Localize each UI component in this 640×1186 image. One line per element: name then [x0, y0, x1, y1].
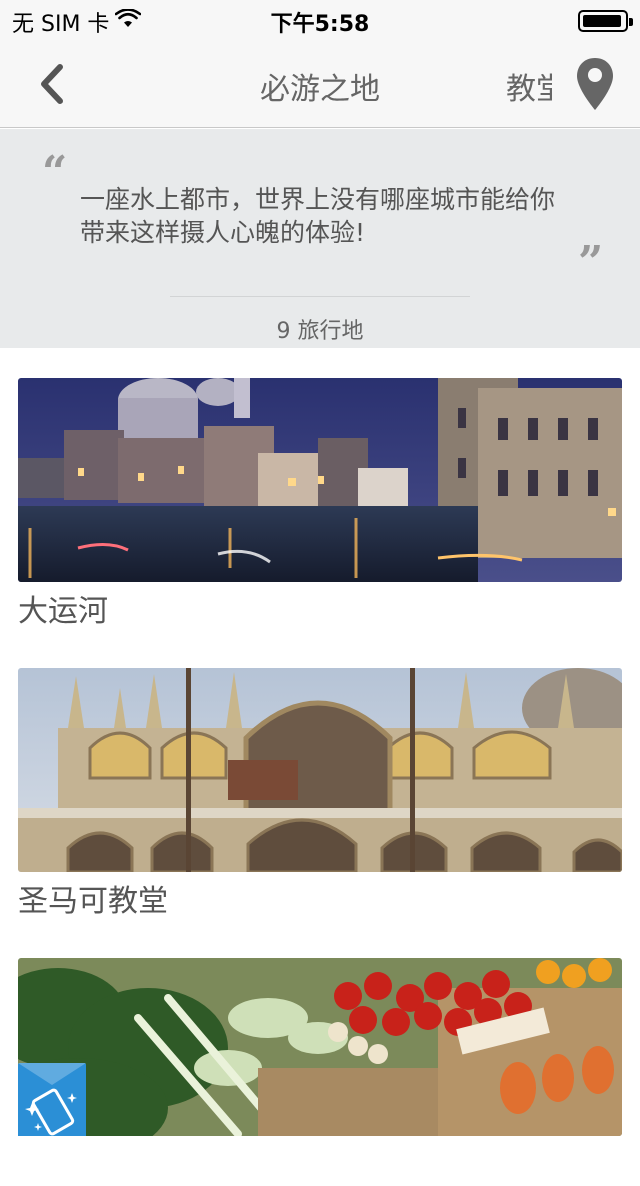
divider	[170, 296, 470, 297]
magic-phone-icon	[18, 1063, 86, 1136]
place-card-st-marks[interactable]: 圣马可教堂	[18, 668, 622, 922]
category-tag[interactable]: 教堂	[506, 64, 552, 108]
close-quote-mark: ”	[578, 237, 604, 288]
intro-quote-text: 一座水上都市，世界上没有哪座城市能给你带来这样摄人心魄的体验!	[80, 185, 556, 247]
status-bar: 无 SIM 卡 下午5:58	[0, 0, 640, 40]
place-name: 大运河	[18, 594, 108, 629]
place-photo	[18, 668, 622, 872]
place-name: 圣马可教堂	[18, 884, 168, 919]
floating-app-button[interactable]	[18, 1063, 86, 1136]
map-button[interactable]	[574, 56, 616, 112]
map-pin-icon	[577, 58, 613, 110]
destination-count: 9 旅行地	[276, 319, 364, 344]
place-card-grand-canal[interactable]: 大运河	[18, 378, 622, 632]
nav-bar: 必游之地 教堂	[0, 40, 640, 128]
status-time: 下午5:58	[270, 12, 370, 37]
place-card-market[interactable]	[18, 958, 622, 1186]
place-photo	[18, 958, 622, 1136]
place-photo	[18, 378, 622, 582]
open-quote-mark: “	[42, 147, 68, 198]
place-name	[18, 1146, 622, 1186]
battery-icon	[578, 10, 633, 32]
intro-quote-panel: “ 一座水上都市，世界上没有哪座城市能给你带来这样摄人心魄的体验! ” 9 旅行…	[0, 129, 640, 348]
